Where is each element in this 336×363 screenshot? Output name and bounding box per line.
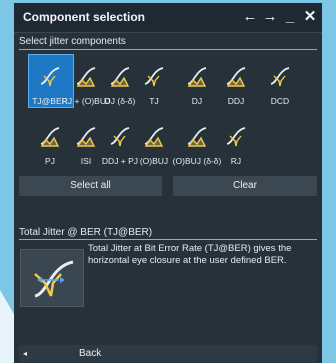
component-tile-o-buj[interactable]: (O)BUJ (134, 124, 174, 184)
component-tile-pj[interactable]: PJ (30, 124, 70, 184)
component-tile-rj[interactable]: RJ (216, 124, 256, 184)
tj-icon (142, 64, 166, 88)
detail-heading: Total Jitter @ BER (TJ@BER) (19, 227, 153, 238)
close-icon[interactable]: ✕ (301, 6, 319, 28)
detail-divider (19, 239, 317, 240)
dialog-title: Component selection (23, 10, 146, 24)
isi-icon (74, 124, 98, 148)
ddj-pj-icon (108, 124, 132, 148)
tj-ber-large-icon (20, 249, 84, 307)
component-label: RJ (230, 156, 242, 166)
minimize-icon[interactable]: _ (281, 6, 299, 28)
dj-delta-icon (108, 64, 132, 88)
pj-icon (38, 124, 62, 148)
component-tile-o-buj[interactable]: (O)BUJ (δ-δ) (173, 124, 221, 184)
clear-button[interactable]: Clear (173, 176, 317, 196)
component-tile-ddj[interactable]: DDJ (216, 64, 256, 124)
dj-icon (185, 64, 209, 88)
select-all-button[interactable]: Select all (19, 176, 162, 196)
back-caret-icon: ◂ (23, 349, 28, 358)
dcd-icon (268, 64, 292, 88)
back-button[interactable]: ◂ Back (19, 345, 317, 362)
ddj-icon (224, 64, 248, 88)
detail-description: Total Jitter at Bit Error Rate (TJ@BER) … (88, 243, 292, 266)
back-label: Back (79, 348, 102, 359)
obuj-icon (142, 124, 166, 148)
back-arrow-icon[interactable]: ← (241, 6, 259, 28)
forward-arrow-icon[interactable]: → (261, 6, 279, 28)
obuj-delta-icon (185, 124, 209, 148)
rj-obuj-icon (74, 64, 98, 88)
title-bar: Component selection ← → _ ✕ (14, 3, 322, 33)
component-tile-dcd[interactable]: DCD (260, 64, 300, 124)
component-tile-tj-ber[interactable]: TJ@BER (28, 54, 74, 124)
component-tile-dj[interactable]: DJ (177, 64, 217, 124)
rj-icon (224, 124, 248, 148)
tj-ber-icon (38, 64, 62, 88)
components-section-label: Select jitter components (19, 36, 126, 47)
component-selection-dialog: Component selection ← → _ ✕ Select jitte… (14, 3, 322, 363)
component-label: DCD (270, 96, 290, 106)
section-divider (19, 49, 317, 50)
component-tile-tj[interactable]: TJ (134, 64, 174, 124)
